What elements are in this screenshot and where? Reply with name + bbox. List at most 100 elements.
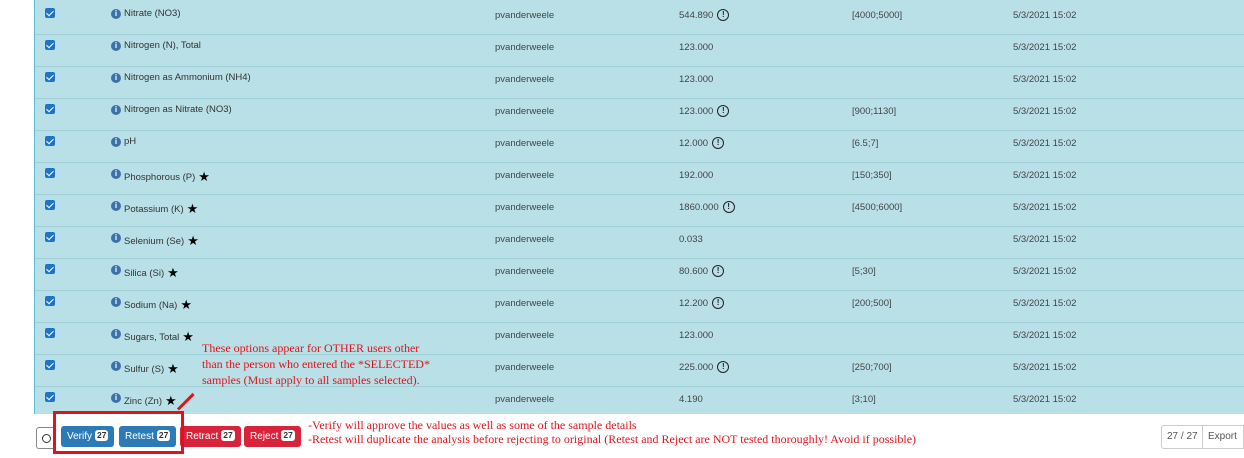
analyte-name-text: Zinc (Zn) bbox=[124, 396, 162, 407]
result-value-text: 12.200 bbox=[679, 298, 709, 309]
table-row[interactable]: i pH pvanderweele 12.000! [6.5;7] 5/3/2021 15… bbox=[35, 131, 1244, 163]
result-value: 192.000 bbox=[679, 170, 713, 181]
analyte-name-text: Silica (Si) bbox=[124, 268, 165, 279]
info-icon[interactable]: i bbox=[111, 265, 121, 275]
checkbox-checked-icon[interactable] bbox=[45, 8, 55, 18]
analyte-name: Sodium (Na) ★ bbox=[124, 296, 192, 312]
entered-by: pvanderweele bbox=[495, 394, 555, 405]
analyte-name: Nitrogen (N), Total bbox=[124, 40, 201, 51]
info-icon[interactable]: i bbox=[111, 9, 121, 19]
pager: 27 / 27 Export bbox=[1161, 425, 1244, 449]
result-value: 123.000! bbox=[679, 105, 730, 118]
result-value: 4.190 bbox=[679, 394, 703, 405]
reject-button[interactable]: Reject 27 bbox=[244, 426, 301, 447]
result-value: 123.000 bbox=[679, 42, 713, 53]
checkbox-checked-icon[interactable] bbox=[45, 328, 55, 338]
result-value-text: 0.033 bbox=[679, 234, 703, 245]
result-value-text: 4.190 bbox=[679, 394, 703, 405]
annotation-note-top: These options appear for OTHER users oth… bbox=[202, 341, 430, 387]
checkbox-checked-icon[interactable] bbox=[45, 168, 55, 178]
entered-date: 5/3/2021 15:02 bbox=[1013, 42, 1077, 53]
entered-date: 5/3/2021 15:02 bbox=[1013, 234, 1077, 245]
info-icon[interactable]: i bbox=[111, 393, 121, 403]
table-row[interactable]: i Selenium (Se) ★ pvanderweele 0.033 5/3/2021… bbox=[35, 227, 1244, 259]
table-row[interactable]: i Nitrogen as Ammonium (NH4) pvanderweele 1… bbox=[35, 67, 1244, 99]
result-value: 80.600! bbox=[679, 265, 725, 278]
info-icon[interactable]: i bbox=[111, 329, 121, 339]
reject-label: Reject bbox=[250, 431, 279, 442]
analyte-name-text: Nitrate (NO3) bbox=[124, 8, 181, 19]
info-icon[interactable]: i bbox=[111, 169, 121, 179]
analyte-name: Zinc (Zn) ★ bbox=[124, 392, 177, 408]
star-icon: ★ bbox=[182, 329, 194, 344]
entered-by: pvanderweele bbox=[495, 106, 555, 117]
checkbox-checked-icon[interactable] bbox=[45, 360, 55, 370]
checkbox-checked-icon[interactable] bbox=[45, 232, 55, 242]
entered-by: pvanderweele bbox=[495, 266, 555, 277]
checkbox-checked-icon[interactable] bbox=[45, 40, 55, 50]
table-row[interactable]: i Nitrogen as Nitrate (NO3) pvanderweele 12… bbox=[35, 99, 1244, 131]
star-icon: ★ bbox=[167, 361, 179, 376]
table-row[interactable]: i Nitrate (NO3) pvanderweele 544.890! [4000;… bbox=[35, 3, 1244, 35]
annotation-retest-note: -Retest will duplicate the analysis befo… bbox=[308, 432, 917, 446]
analyte-name: Silica (Si) ★ bbox=[124, 264, 179, 280]
result-value: 0.033 bbox=[679, 234, 703, 245]
exclamation-circle-icon: ! bbox=[712, 297, 725, 309]
star-icon: ★ bbox=[180, 297, 192, 312]
checkbox-checked-icon[interactable] bbox=[45, 392, 55, 402]
checkbox-checked-icon[interactable] bbox=[45, 264, 55, 274]
star-icon: ★ bbox=[167, 265, 179, 280]
checkbox-checked-icon[interactable] bbox=[45, 296, 55, 306]
entered-by: pvanderweele bbox=[495, 362, 555, 373]
analyte-name-text: Sodium (Na) bbox=[124, 300, 178, 311]
info-icon[interactable]: i bbox=[111, 233, 121, 243]
analyte-name: Nitrogen as Ammonium (NH4) bbox=[124, 72, 251, 83]
entered-by: pvanderweele bbox=[495, 138, 555, 149]
result-value-text: 80.600 bbox=[679, 266, 709, 277]
entered-by: pvanderweele bbox=[495, 42, 555, 53]
exclamation-circle-icon: ! bbox=[717, 105, 730, 117]
entered-by: pvanderweele bbox=[495, 170, 555, 181]
info-icon[interactable]: i bbox=[111, 201, 121, 211]
star-icon: ★ bbox=[186, 201, 199, 216]
entered-date: 5/3/2021 15:02 bbox=[1013, 266, 1077, 277]
info-icon[interactable]: i bbox=[111, 361, 121, 371]
analyte-name: Nitrate (NO3) bbox=[124, 8, 180, 19]
checkbox-checked-icon[interactable] bbox=[45, 136, 55, 146]
info-icon[interactable]: i bbox=[111, 73, 121, 83]
pager-count: 27 / 27 bbox=[1167, 431, 1198, 442]
table-row[interactable]: i Phosphorous (P) ★ pvanderweele 192.000 [150… bbox=[35, 163, 1244, 195]
checkbox-checked-icon[interactable] bbox=[45, 72, 55, 82]
entered-by: pvanderweele bbox=[495, 74, 555, 85]
info-icon[interactable]: i bbox=[111, 137, 121, 147]
spec-range: [6.5;7] bbox=[852, 138, 879, 149]
exclamation-circle-icon: ! bbox=[717, 361, 730, 373]
retract-count-badge: 27 bbox=[221, 430, 235, 441]
result-value-text: 1860.000 bbox=[679, 202, 719, 213]
info-icon[interactable]: i bbox=[111, 105, 121, 115]
entered-by: pvanderweele bbox=[495, 10, 555, 21]
entered-by: pvanderweele bbox=[495, 234, 555, 245]
retract-label: Retract bbox=[186, 431, 219, 442]
info-icon[interactable]: i bbox=[111, 41, 121, 51]
info-icon[interactable]: i bbox=[111, 297, 121, 307]
exclamation-circle-icon: ! bbox=[712, 265, 725, 277]
export-button[interactable]: Export bbox=[1208, 426, 1237, 448]
analyte-name-text: Sugars, Total bbox=[124, 332, 180, 343]
result-value-text: 123.000 bbox=[679, 106, 714, 117]
entered-date: 5/3/2021 15:02 bbox=[1013, 138, 1077, 149]
analyte-name: Selenium (Se) ★ bbox=[124, 232, 199, 248]
star-icon: ★ bbox=[198, 169, 210, 184]
result-value-text: 123.000 bbox=[679, 74, 714, 85]
entered-date: 5/3/2021 15:02 bbox=[1013, 298, 1077, 309]
retract-button[interactable]: Retract 27 bbox=[180, 426, 241, 447]
checkbox-checked-icon[interactable] bbox=[45, 104, 55, 114]
table-row[interactable]: i Silica (Si) ★ pvanderweele 80.600! [5;30] 5/… bbox=[35, 259, 1244, 291]
entered-date: 5/3/2021 15:02 bbox=[1013, 362, 1077, 373]
table-row[interactable]: i Potassium (K) ★ pvanderweele 1860.000! [450… bbox=[35, 195, 1244, 227]
table-row[interactable]: i Sodium (Na) ★ pvanderweele 12.200! [200;500… bbox=[35, 291, 1244, 323]
analyte-name-text: Potassium (K) bbox=[124, 204, 184, 215]
checkbox-checked-icon[interactable] bbox=[45, 200, 55, 210]
table-row[interactable]: i Nitrogen (N), Total pvanderweele 123.000 5… bbox=[35, 35, 1244, 67]
pager-divider bbox=[1202, 426, 1203, 448]
